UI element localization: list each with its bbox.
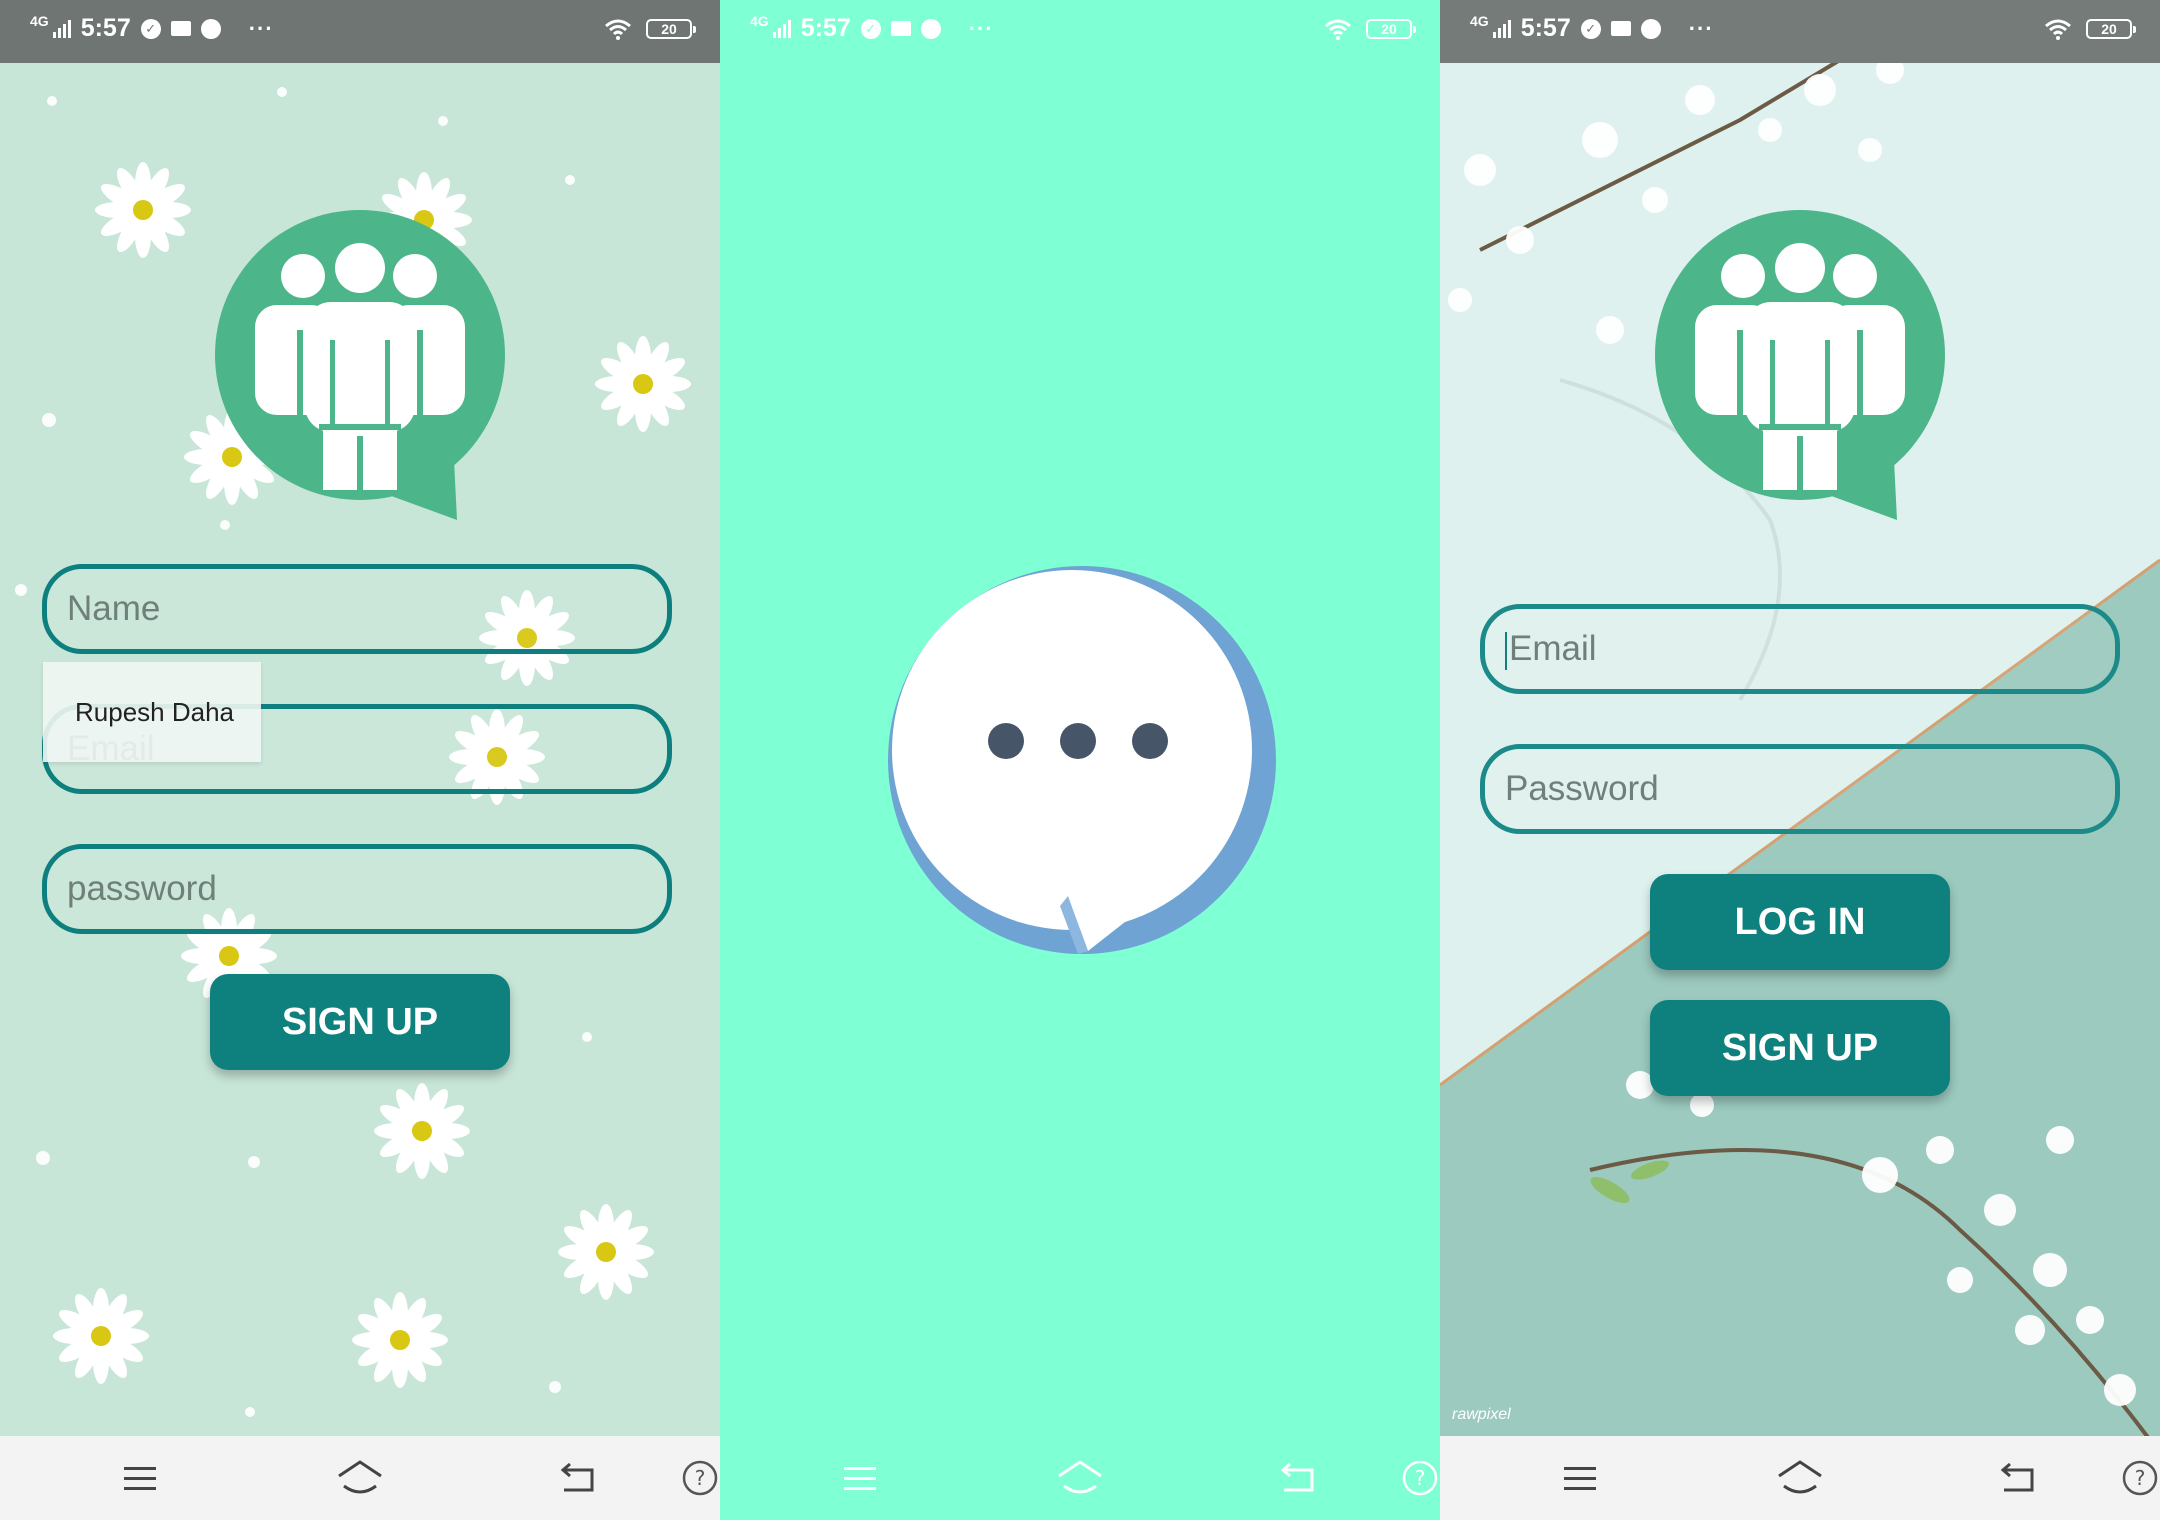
alarm-icon: ✓ (860, 18, 881, 39)
wifi-icon (605, 19, 631, 40)
alarm-icon: ✓ (140, 18, 161, 39)
login-screen: 4G 5:57 ✓ ··· 20 Email Password LOG IN S… (1440, 0, 2160, 1520)
group-chat-logo (1655, 210, 1945, 520)
mail-icon (890, 21, 911, 36)
text-cursor (1505, 631, 1507, 670)
clock: 5:57 (1520, 14, 1571, 42)
network-type: 4G (1470, 12, 1489, 29)
nav-bar: ? (720, 1436, 1440, 1520)
home-icon[interactable] (1776, 1458, 1824, 1498)
alarm-icon: ✓ (1580, 18, 1601, 39)
battery-icon: 20 (646, 19, 696, 39)
clock: 5:57 (80, 14, 131, 42)
network-type: 4G (30, 12, 49, 29)
network-type: 4G (750, 12, 769, 29)
back-icon[interactable] (1998, 1458, 2038, 1498)
overflow-icon: ··· (968, 15, 994, 41)
menu-icon[interactable] (120, 1458, 160, 1498)
signal-icon (1492, 19, 1511, 38)
group-chat-logo (215, 210, 505, 520)
status-bar: 4G 5:57 ✓ ··· 20 (720, 0, 1440, 63)
battery-icon: 20 (1366, 19, 1416, 39)
overflow-icon: ··· (248, 15, 274, 41)
svg-text:?: ? (695, 1466, 706, 1490)
chat-icon (200, 18, 221, 39)
svg-text:?: ? (2135, 1466, 2146, 1490)
status-bar: 4G 5:57 ✓ ··· 20 (1440, 0, 2160, 63)
mail-icon (1610, 21, 1631, 36)
chat-bubble-loading-icon (888, 566, 1276, 954)
overflow-icon: ··· (1688, 15, 1714, 41)
signup-screen: 4G 5:57 ✓ ··· 20 Name Rupesh Daha passwo… (0, 0, 720, 1520)
chat-icon (1640, 18, 1661, 39)
name-placeholder: Name (67, 589, 161, 628)
signup-button[interactable]: SIGN UP (1650, 1000, 1950, 1096)
wifi-icon (1325, 19, 1351, 40)
password-field[interactable]: password (42, 844, 672, 934)
nav-bar: ? (0, 1436, 720, 1520)
svg-text:?: ? (1415, 1466, 1426, 1490)
back-icon[interactable] (558, 1458, 598, 1498)
email-placeholder: Email (1509, 629, 1597, 668)
mail-icon (170, 21, 191, 36)
wifi-icon (2045, 19, 2071, 40)
password-placeholder: Password (1505, 769, 1659, 808)
battery-icon: 20 (2086, 19, 2136, 39)
status-bar: 4G 5:57 ✓ ··· 20 (0, 0, 720, 63)
splash-screen: 4G 5:57 ✓ ··· 20 ? (720, 0, 1440, 1520)
autofill-suggestion[interactable]: Rupesh Daha (43, 662, 261, 762)
menu-icon[interactable] (840, 1458, 880, 1498)
signup-button[interactable]: SIGN UP (210, 974, 510, 1070)
help-icon[interactable]: ? (680, 1458, 720, 1498)
nav-bar: ? (1440, 1436, 2160, 1520)
name-field[interactable]: Name (42, 564, 672, 654)
signal-icon (52, 19, 71, 38)
watermark: rawpixel (1452, 1406, 1511, 1423)
back-icon[interactable] (1278, 1458, 1318, 1498)
help-icon[interactable]: ? (2120, 1458, 2160, 1498)
chat-icon (920, 18, 941, 39)
menu-icon[interactable] (1560, 1458, 1600, 1498)
login-button[interactable]: LOG IN (1650, 874, 1950, 970)
home-icon[interactable] (336, 1458, 384, 1498)
email-field[interactable]: Email (1480, 604, 2120, 694)
password-placeholder: password (67, 869, 217, 908)
signal-icon (772, 19, 791, 38)
password-field[interactable]: Password (1480, 744, 2120, 834)
help-icon[interactable]: ? (1400, 1458, 1440, 1498)
clock: 5:57 (800, 14, 851, 42)
home-icon[interactable] (1056, 1458, 1104, 1498)
